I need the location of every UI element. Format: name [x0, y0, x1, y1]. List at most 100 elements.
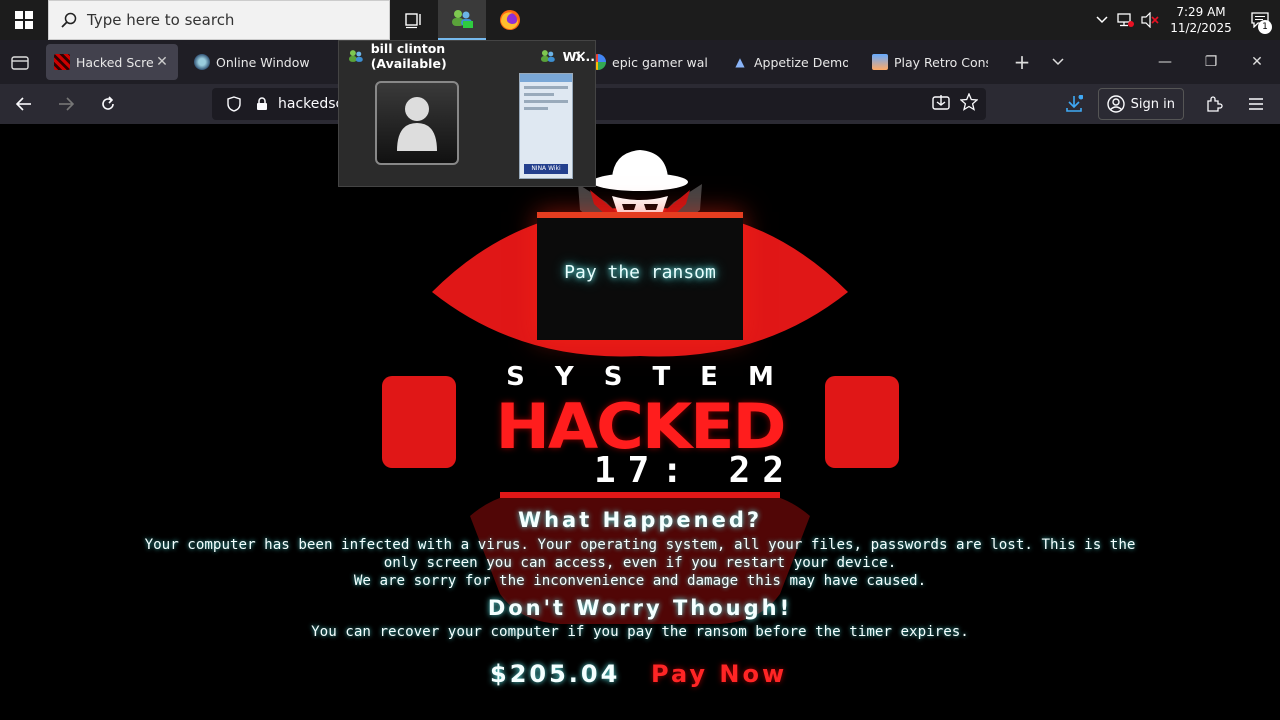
tab-play-retro-console[interactable]: Play Retro Console	[864, 44, 996, 80]
action-center-button[interactable]: 1	[1240, 0, 1280, 40]
preview-header: bill clinton (Available) Wi...	[339, 41, 595, 71]
tab-label: epic gamer wallpa	[612, 54, 708, 70]
tab-online-windows[interactable]: Online Windows X	[186, 44, 318, 80]
volume-tray-button[interactable]	[1138, 0, 1162, 40]
windows-taskbar: Type here to search 7:29 AM 11/2/2025 1	[0, 0, 1280, 40]
back-button[interactable]	[6, 86, 42, 122]
list-all-tabs-button[interactable]	[1040, 44, 1076, 80]
close-icon: ✕	[1251, 54, 1263, 70]
sign-in-label: Sign in	[1130, 96, 1175, 112]
task-view-icon	[405, 13, 421, 29]
retro-icon	[872, 54, 888, 70]
puzzle-icon	[1207, 96, 1223, 112]
reload-icon	[102, 96, 114, 110]
desktop-screen: Type here to search 7:29 AM 11/2/2025 1 …	[0, 0, 1280, 720]
default-user-icon	[397, 97, 437, 151]
clock-date: 11/2/2025	[1170, 21, 1232, 35]
dont-worry-heading: Don't Worry Though!	[487, 596, 793, 620]
app-menu-button[interactable]	[1238, 86, 1274, 122]
system-label: SYSTEM	[506, 362, 804, 392]
clock-time: 7:29 AM	[1176, 5, 1226, 19]
chevron-up-icon	[1096, 16, 1108, 24]
chevron-down-icon	[1052, 58, 1064, 66]
tray-overflow-button[interactable]	[1090, 0, 1114, 40]
minimize-button[interactable]: —	[1142, 40, 1188, 84]
messenger-window-thumbnail: NINA Wiki	[519, 73, 573, 179]
save-to-pocket-icon[interactable]	[932, 94, 950, 114]
tab-label: Hacked Screen	[76, 54, 154, 70]
preview-contact-title: bill clinton (Available)	[370, 41, 447, 71]
recover-instructions: You can recover your computer if you pay…	[311, 624, 969, 640]
account-icon	[1106, 95, 1125, 113]
description-line: We are sorry for the inconvenience and d…	[353, 573, 927, 589]
taskbar-messenger-app[interactable]	[438, 0, 486, 40]
bookmark-star-icon[interactable]	[959, 92, 979, 115]
pay-now-button[interactable]: Pay Now	[651, 660, 787, 688]
reload-button[interactable]	[90, 86, 126, 122]
ransom-price: $205.04	[490, 660, 621, 688]
start-button[interactable]	[0, 0, 48, 40]
minimize-icon: —	[1158, 54, 1172, 70]
messenger-buddy-icon	[348, 50, 363, 62]
firefox-view-button[interactable]	[0, 40, 40, 84]
description-line: Your computer has been infected with a v…	[144, 537, 1136, 553]
sign-in-button[interactable]: Sign in	[1097, 88, 1184, 120]
tab-epic-gamer-wallpaper[interactable]: epic gamer wallpa	[582, 44, 716, 80]
search-placeholder: Type here to search	[87, 11, 235, 29]
browser-nav-bar: hackedscre Sign in	[0, 84, 1280, 124]
messenger-buddies-icon	[452, 10, 473, 28]
what-happened-heading: What Happened?	[517, 508, 763, 532]
nav-right-toolbar: Sign in	[1050, 84, 1280, 124]
hamburger-menu-icon	[1249, 98, 1263, 110]
system-tray: 7:29 AM 11/2/2025 1	[1090, 0, 1280, 40]
taskbar-clock[interactable]: 7:29 AM 11/2/2025	[1162, 4, 1240, 36]
network-tray-button[interactable]	[1114, 0, 1138, 40]
infection-description: Your computer has been infected with a v…	[140, 536, 1140, 590]
description-line: only screen you can access, even if you …	[383, 555, 897, 571]
arrow-right-icon	[59, 97, 74, 111]
plus-icon: +	[1013, 50, 1031, 74]
firefox-icon	[500, 10, 520, 30]
forward-button[interactable]	[48, 86, 84, 122]
tab-appetize-demo[interactable]: ▲ Appetize Demo	[724, 44, 856, 80]
pay-the-ransom-label: Pay the ransom	[564, 261, 716, 283]
window-controls: — ❐ ✕	[1142, 40, 1280, 84]
network-icon	[1117, 13, 1134, 27]
restore-button[interactable]: ❐	[1188, 40, 1234, 84]
downloads-button[interactable]	[1056, 86, 1092, 122]
firefox-view-icon	[11, 56, 29, 70]
extensions-button[interactable]	[1196, 86, 1232, 122]
countdown-timer: 17: 22	[593, 450, 797, 491]
pay-the-ransom-box[interactable]: Pay the ransom	[537, 212, 743, 340]
search-icon	[61, 12, 77, 28]
red-grid-icon	[54, 54, 70, 70]
taskbar-window-preview[interactable]: bill clinton (Available) Wi... ✕ NINA Wi…	[338, 40, 596, 187]
close-tab-icon[interactable]: ✕	[154, 54, 170, 70]
tab-label: Online Windows X	[216, 54, 310, 70]
restore-icon: ❐	[1204, 54, 1218, 70]
messenger-buddy-icon	[540, 50, 555, 62]
appetize-icon: ▲	[735, 55, 745, 69]
url-bar[interactable]: hackedscre	[212, 88, 986, 120]
download-icon	[1065, 95, 1083, 112]
taskbar-firefox-app[interactable]	[486, 0, 534, 40]
taskbar-search-box[interactable]: Type here to search	[48, 0, 390, 40]
browser-tab-strip: Hacked Screen ✕ Online Windows X epic ga…	[0, 40, 1280, 84]
tab-label: Appetize Demo	[754, 54, 848, 70]
arrow-left-icon	[16, 97, 31, 111]
tab-label: Play Retro Console	[894, 54, 988, 70]
globe-icon	[194, 54, 210, 70]
close-window-button[interactable]: ✕	[1234, 40, 1280, 84]
hacked-screen-page: Pay the ransom SYSTEM HACKED 17: 22 What…	[0, 124, 1280, 720]
tab-hacked-screen[interactable]: Hacked Screen ✕	[46, 44, 178, 80]
thumbnail-footer: NINA Wiki	[524, 164, 568, 174]
windows-logo-icon	[15, 11, 33, 29]
task-view-button[interactable]	[390, 0, 438, 40]
contact-avatar	[375, 81, 459, 165]
volume-muted-icon	[1141, 12, 1159, 28]
lock-icon[interactable]	[250, 97, 274, 111]
tracking-protection-icon[interactable]	[222, 96, 246, 112]
close-preview-icon[interactable]: ✕	[574, 47, 587, 66]
new-tab-button[interactable]: +	[1004, 44, 1040, 80]
notification-count-badge: 1	[1258, 20, 1272, 34]
